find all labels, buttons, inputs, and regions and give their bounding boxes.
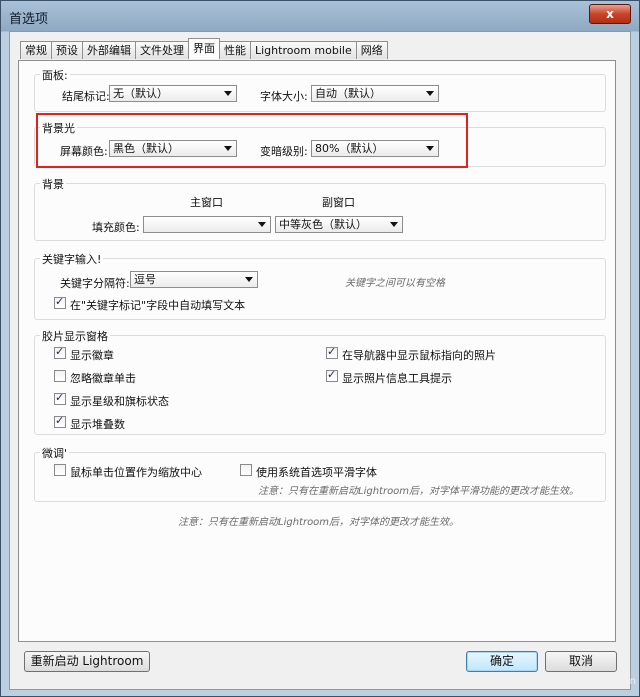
- chevron-down-icon: [258, 222, 266, 227]
- dim-level-select[interactable]: 80%（默认）: [311, 140, 439, 157]
- zoom-click-center-checkbox[interactable]: [54, 464, 66, 476]
- show-info-tooltips-checkbox[interactable]: [326, 368, 338, 382]
- chevron-down-icon: [245, 277, 253, 282]
- autofill-keywords-checkbox[interactable]: [54, 295, 66, 309]
- keyword-entry-group-label: 关键字输入!: [40, 251, 104, 267]
- tab-performance[interactable]: 性能: [219, 41, 251, 59]
- end-marks-select[interactable]: 无（默认）: [109, 85, 237, 102]
- ok-button[interactable]: 确定: [466, 651, 538, 672]
- restart-note: 注意：只有在重新启动Lightroom后，对字体的更改才能生效。: [178, 517, 460, 528]
- tweaks-group-label: 微调': [40, 445, 70, 461]
- keyword-separator-select[interactable]: 逗号: [130, 271, 258, 288]
- tab-interface[interactable]: 界面: [188, 38, 220, 59]
- tab-file-handling[interactable]: 文件处理: [135, 41, 189, 59]
- chevron-down-icon: [426, 146, 434, 151]
- restart-lightroom-button[interactable]: 重新启动 Lightroom: [24, 651, 150, 672]
- tab-network[interactable]: 网络: [355, 41, 388, 59]
- screen-color-select[interactable]: 黑色（默认）: [109, 140, 237, 157]
- lights-out-group-label: 背景光: [40, 120, 77, 136]
- tab-lightroom-mobile[interactable]: Lightroom mobile: [250, 41, 357, 59]
- main-fill-select[interactable]: [143, 216, 271, 233]
- cancel-button[interactable]: 取消: [545, 651, 617, 672]
- filmstrip-group-label: 胶片显示窗格: [40, 328, 110, 344]
- secondary-fill-select[interactable]: 中等灰色（默认）: [275, 216, 403, 233]
- show-ratings-checkbox[interactable]: [54, 391, 66, 405]
- keyword-separator-hint: 关键字之间可以有空格: [345, 278, 445, 289]
- ignore-badge-click-checkbox[interactable]: [54, 370, 66, 382]
- chevron-down-icon: [390, 222, 398, 227]
- show-in-navigator-checkbox[interactable]: [326, 345, 338, 359]
- panels-group-label: 面板:: [40, 67, 70, 83]
- ignore-badge-click-label: 忽略徽章单击: [70, 372, 136, 385]
- tab-presets[interactable]: 预设: [51, 41, 83, 59]
- title-bar[interactable]: 首选项 x: [1, 1, 639, 31]
- show-stack-counts-checkbox[interactable]: [54, 414, 66, 428]
- zoom-click-center-label: 鼠标单击位置作为缩放中心: [70, 466, 202, 479]
- show-ratings-label: 显示星级和旗标状态: [70, 395, 169, 408]
- autofill-keywords-label: 在"关键字标记"字段中自动填写文本: [70, 299, 246, 312]
- show-stack-counts-label: 显示堆叠数: [70, 418, 125, 431]
- chevron-down-icon: [224, 91, 232, 96]
- secondary-window-label: 副窗口: [322, 196, 355, 209]
- background-group-label: 背景: [40, 176, 66, 192]
- show-info-tooltips-label: 显示照片信息工具提示: [342, 372, 452, 385]
- dim-level-label: 变暗级别:: [260, 145, 308, 158]
- main-window-label: 主窗口: [190, 196, 223, 209]
- smooth-fonts-label: 使用系统首选项平滑字体: [256, 466, 377, 479]
- show-badges-checkbox[interactable]: [54, 345, 66, 359]
- font-size-label: 字体大小:: [260, 90, 308, 103]
- keyword-separator-label: 关键字分隔符:: [60, 277, 130, 290]
- show-in-navigator-label: 在导航器中显示鼠标指向的照片: [342, 349, 496, 362]
- tab-strip: 常规 预设 外部编辑 文件处理 界面 性能 Lightroom mobile 网…: [20, 38, 388, 60]
- font-size-select[interactable]: 自动（默认）: [311, 85, 439, 102]
- end-marks-label: 结尾标记:: [62, 90, 110, 103]
- tab-external-editing[interactable]: 外部编辑: [82, 41, 136, 59]
- smooth-fonts-hint: 注意：只有在重新启动Lightroom后，对字体平滑功能的更改才能生效。: [258, 486, 580, 497]
- tab-general[interactable]: 常规: [20, 41, 52, 59]
- show-badges-label: 显示徽章: [70, 349, 114, 362]
- watermark: letsfilmon: [586, 676, 636, 687]
- close-button[interactable]: x: [589, 4, 631, 24]
- smooth-fonts-checkbox[interactable]: [240, 464, 252, 476]
- chevron-down-icon: [224, 146, 232, 151]
- fill-color-label: 填充颜色:: [92, 221, 140, 234]
- chevron-down-icon: [426, 91, 434, 96]
- window-title: 首选项: [9, 12, 49, 27]
- screen-color-label: 屏幕颜色:: [60, 145, 108, 158]
